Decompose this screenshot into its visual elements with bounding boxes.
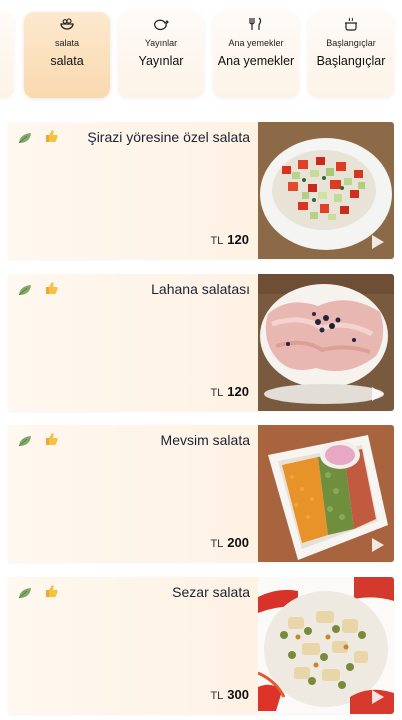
thumbs-up-icon	[45, 281, 59, 295]
thumbs-up-icon	[45, 584, 59, 598]
menu-item-card[interactable]: Şirazi yöresine özel salata TL 120	[8, 122, 394, 259]
category-label: Başlangıçlar	[316, 54, 386, 68]
category-label: Yayınlar	[138, 54, 184, 68]
price-amount: 300	[227, 687, 249, 702]
vegetarian-leaf-icon	[18, 586, 32, 599]
price-currency: TL	[210, 538, 224, 550]
item-photo[interactable]	[258, 425, 394, 562]
item-price: TL 200	[210, 535, 249, 550]
item-price: TL 120	[210, 232, 249, 247]
category-tab-baslangiclar[interactable]: Başlangıçlar Başlangıçlar	[308, 12, 394, 98]
price-currency: TL	[210, 387, 224, 399]
item-name: Şirazi yöresine özel salata	[87, 129, 250, 145]
price-amount: 120	[227, 384, 249, 399]
item-price: TL 300	[210, 687, 249, 702]
price-amount: 120	[227, 232, 249, 247]
category-tab-ana-yemekler[interactable]: Ana yemekler Ana yemekler	[213, 12, 299, 98]
menu-item-card[interactable]: Sezar salata TL 300	[8, 577, 394, 714]
item-photo[interactable]	[258, 274, 394, 411]
vegetarian-leaf-icon	[18, 131, 32, 144]
category-strip: salata salata Yayınlar Yayınlar Ana yeme…	[0, 0, 402, 106]
category-tab-previous[interactable]	[0, 12, 14, 98]
category-small-label: Başlangıçlar	[326, 38, 376, 48]
item-name: Sezar salata	[172, 584, 250, 600]
category-tab-yayinlar[interactable]: Yayınlar Yayınlar	[118, 12, 204, 98]
category-label: Ana yemekler	[217, 54, 295, 68]
thumbs-up-icon	[45, 129, 59, 143]
play-icon[interactable]	[368, 233, 386, 251]
item-name: Lahana salatası	[151, 281, 250, 297]
vegetarian-leaf-icon	[18, 283, 32, 296]
category-small-label: Yayınlar	[144, 38, 178, 48]
price-amount: 200	[227, 535, 249, 550]
chicken-icon	[118, 17, 204, 33]
play-icon[interactable]	[368, 688, 386, 706]
vegetarian-leaf-icon	[18, 434, 32, 447]
salad-bowl-icon	[24, 17, 110, 33]
item-price: TL 120	[210, 384, 249, 399]
category-small-label: Ana yemekler	[228, 38, 284, 48]
play-icon[interactable]	[368, 385, 386, 403]
menu-item-card[interactable]: Mevsim salata TL 200	[8, 425, 394, 562]
pot-icon	[308, 17, 394, 33]
category-small-label: salata	[54, 38, 80, 48]
item-photo[interactable]	[258, 577, 394, 714]
thumbs-up-icon	[45, 432, 59, 446]
menu-item-card[interactable]: Lahana salatası TL 120	[8, 274, 394, 411]
price-currency: TL	[210, 690, 224, 702]
utensils-icon	[213, 17, 299, 33]
item-photo[interactable]	[258, 122, 394, 259]
price-currency: TL	[210, 235, 224, 247]
category-tab-salata[interactable]: salata salata	[24, 12, 110, 98]
play-icon[interactable]	[368, 536, 386, 554]
item-name: Mevsim salata	[160, 432, 250, 448]
category-label: salata	[50, 54, 84, 68]
